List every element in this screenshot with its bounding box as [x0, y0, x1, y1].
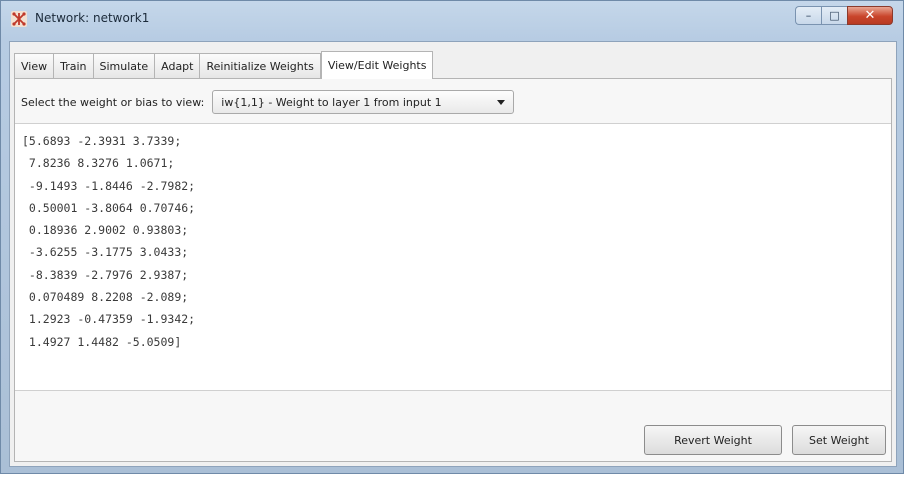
tab-simulate[interactable]: Simulate	[93, 53, 156, 78]
matrix-line: 7.8236 8.3276 1.0671;	[22, 156, 175, 171]
matrix-line: -9.1493 -1.8446 -2.7982;	[22, 178, 196, 193]
matrix-line: -3.6255 -3.1775 3.0433;	[22, 245, 189, 260]
maximize-button[interactable]: □	[821, 6, 847, 25]
close-icon: ✕	[864, 8, 876, 23]
window-client-area: View Train Simulate Adapt Reinitialize W…	[9, 41, 897, 467]
weights-panel: Select the weight or bias to view: iw{1,…	[14, 78, 892, 462]
weight-selector-label: Select the weight or bias to view:	[21, 95, 205, 109]
weight-selector-row: Select the weight or bias to view: iw{1,…	[21, 90, 515, 114]
minimize-icon: –	[805, 9, 812, 22]
matrix-line: 0.070489 8.2208 -2.089;	[22, 290, 189, 305]
tab-view[interactable]: View	[14, 53, 55, 78]
window-title: Network: network1	[35, 11, 150, 25]
matrix-line: [5.6893 -2.3931 3.7339;	[22, 134, 182, 148]
matrix-line: 1.4927 1.4482 -5.0509]	[22, 334, 182, 349]
tab-view-edit-weights[interactable]: View/Edit Weights	[320, 51, 434, 79]
matrix-line: -8.3839 -2.7976 2.9387;	[22, 267, 189, 282]
weight-selector-value: iw{1,1} - Weight to layer 1 from input 1	[221, 95, 442, 109]
tab-strip: View Train Simulate Adapt Reinitialize W…	[14, 51, 434, 79]
maximize-icon: □	[829, 9, 840, 22]
weight-selector-dropdown[interactable]: iw{1,1} - Weight to layer 1 from input 1	[212, 90, 515, 114]
network-window: Network: network1 – □ ✕ View Train Simul…	[0, 0, 904, 474]
caption-buttons: – □ ✕	[795, 6, 893, 25]
weight-matrix-editor[interactable]: [5.6893 -2.3931 3.7339; 7.8236 8.3276 1.…	[15, 123, 891, 391]
title-bar[interactable]: Network: network1 – □ ✕	[1, 1, 903, 41]
matrix-line: 1.2923 -0.47359 -1.9342;	[22, 312, 196, 327]
set-weight-button[interactable]: Set Weight	[792, 425, 886, 455]
matrix-line: 0.50001 -3.8064 0.70746;	[22, 200, 196, 215]
close-button[interactable]: ✕	[847, 6, 893, 25]
revert-weight-button[interactable]: Revert Weight	[644, 425, 782, 455]
tab-reinitialize-weights[interactable]: Reinitialize Weights	[200, 53, 321, 78]
weight-matrix-text: [5.6893 -2.3931 3.7339; 7.8236 8.3276 1.…	[22, 130, 195, 353]
minimize-button[interactable]: –	[795, 6, 821, 25]
matrix-line: 0.18936 2.9002 0.93803;	[22, 223, 189, 238]
matlab-network-icon	[11, 11, 27, 27]
tab-train[interactable]: Train	[54, 53, 94, 78]
chevron-down-icon	[497, 99, 506, 105]
tab-adapt[interactable]: Adapt	[155, 53, 201, 78]
